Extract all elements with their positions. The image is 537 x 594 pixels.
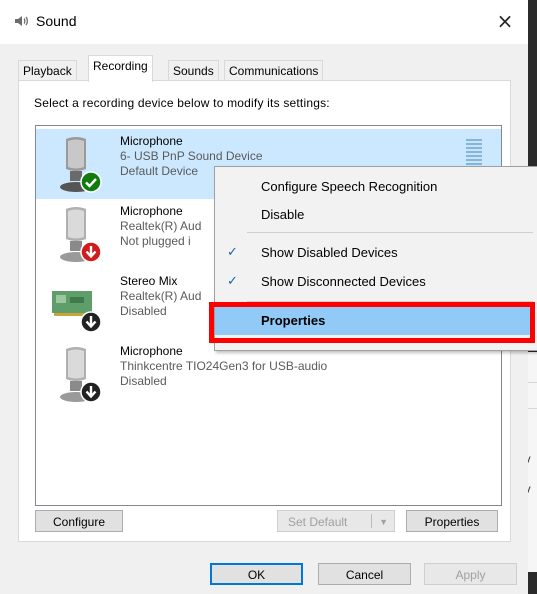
configure-button[interactable]: Configure [35,510,123,532]
menu-item-label: Show Disconnected Devices [261,274,426,289]
down-arrow-icon [80,241,102,263]
apply-button[interactable]: Apply [424,563,517,585]
device-status: Disabled [120,374,167,388]
speaker-icon [15,16,28,26]
device-description: Thinkcentre TIO24Gen3 for USB-audio [120,359,328,373]
menu-item-label: Disable [261,207,305,222]
tab-communications[interactable]: Communications [224,60,324,81]
device-status: Disabled [120,304,167,318]
ok-button[interactable]: OK [210,563,303,585]
device-status: Default Device [120,164,199,178]
split-divider [371,514,372,528]
menu-item-configure-speech-recognition[interactable]: Configure Speech Recognition [215,173,535,201]
menu-item-label: Configure Speech Recognition [261,179,438,194]
device-name: Stereo Mix [120,274,178,288]
close-button[interactable]: × [490,8,520,34]
device-name: Microphone [120,344,183,358]
properties-button[interactable]: Properties [406,510,498,532]
menu-item-disable[interactable]: Disable [215,201,535,229]
check-icon [80,171,102,193]
device-status: Not plugged i [120,234,191,248]
tab-recording[interactable]: Recording [88,55,153,82]
instruction-text: Select a recording device below to modif… [34,96,330,110]
device-description: Realtek(R) Aud [120,219,202,233]
menu-item-label: Show Disabled Devices [261,245,398,260]
device-description: Realtek(R) Aud [120,289,202,303]
menu-item-show-disabled-devices[interactable]: ✓ Show Disabled Devices [215,239,535,267]
title-bar: Sound × [0,0,528,44]
device-name: Microphone [120,204,183,218]
window-title: Sound [36,13,77,29]
tab-playback[interactable]: Playback [18,60,77,81]
menu-separator [247,232,533,233]
device-name: Microphone [120,134,183,148]
chevron-down-icon[interactable]: ▼ [379,511,388,533]
down-arrow-icon [80,311,102,333]
set-default-button[interactable]: Set Default ▼ [277,510,395,532]
cancel-button[interactable]: Cancel [318,563,411,585]
annotation-highlight-box [209,302,535,343]
menu-item-show-disconnected-devices[interactable]: ✓ Show Disconnected Devices [215,268,535,296]
device-description: 6- USB PnP Sound Device [120,149,263,163]
down-arrow-icon [80,381,102,403]
tab-sounds[interactable]: Sounds [168,60,219,81]
set-default-label: Set Default [288,515,348,529]
checkmark-icon: ✓ [227,245,238,260]
checkmark-icon: ✓ [227,274,238,289]
